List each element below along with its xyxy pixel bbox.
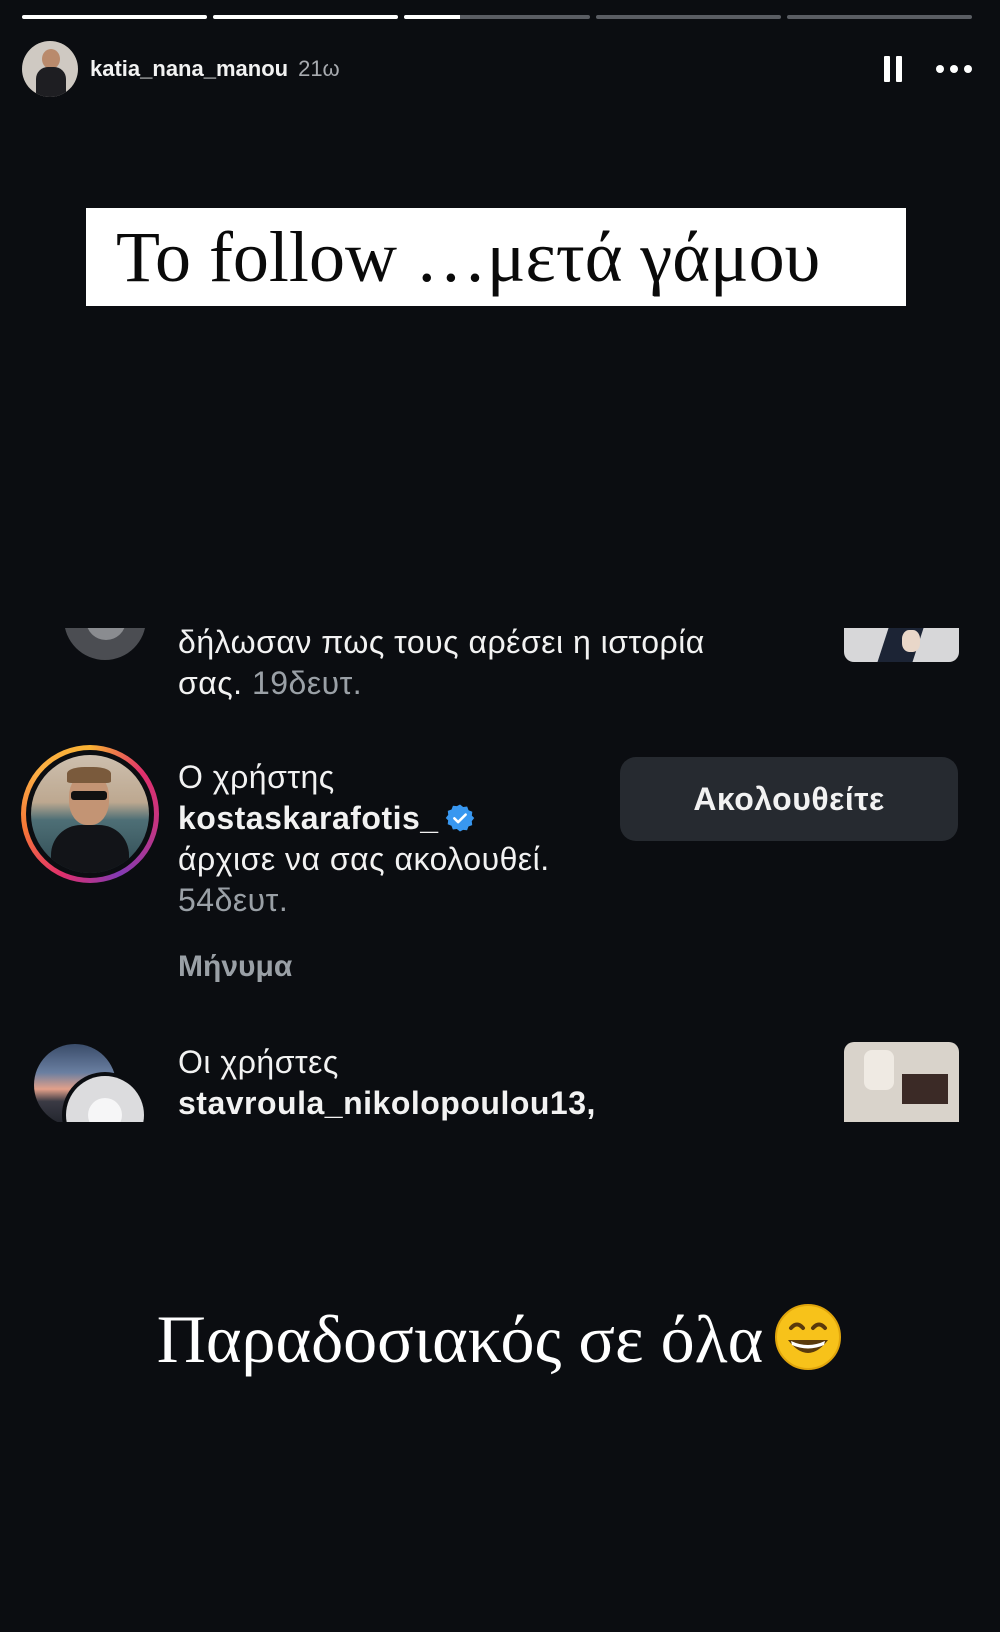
story-progress-bar (22, 15, 973, 19)
message-link[interactable]: Μήνυμα (178, 950, 292, 984)
avatar[interactable] (22, 41, 78, 97)
story-title: To follow …μετά γάμου (116, 216, 821, 297)
story-thumbnail (844, 628, 959, 662)
notification-prefix: Ο χρήστης (178, 759, 335, 795)
pause-icon[interactable] (884, 56, 902, 82)
progress-segment (22, 15, 208, 19)
story-timestamp: 21ω (298, 56, 340, 81)
progress-segment (404, 15, 590, 19)
story-caption-row: Παραδοσιακός σε όλα (0, 1300, 1000, 1379)
notification-prefix: Οι χρήστες (178, 1044, 339, 1080)
notification-row-follow: Ο χρήστης kostaskarafotis_ άρχισε να σας… (178, 757, 598, 921)
notification-text: άρχισε να σας ακολουθεί. (178, 841, 550, 877)
story-title-box: To follow …μετά γάμου (86, 208, 906, 306)
progress-segment (786, 15, 973, 19)
notification-time: 19δευτ. (251, 665, 363, 701)
grinning-face-emoji-icon (775, 1304, 842, 1370)
story-ring-avatar[interactable] (21, 745, 159, 883)
story-header: katia_nana_manou 21ω (22, 40, 972, 98)
following-button[interactable]: Ακολουθείτε (620, 757, 958, 841)
more-icon[interactable] (936, 65, 972, 73)
notification-time: 54δευτ. (178, 882, 289, 918)
avatar (64, 628, 146, 660)
progress-segment (213, 15, 399, 19)
story-caption: Παραδοσιακός σε όλα (156, 1301, 764, 1377)
story-thumbnail (844, 1042, 959, 1122)
notification-row-likes: δήλωσαν πως τους αρέσει η ιστορία σας. 1… (0, 628, 1000, 718)
story-username[interactable]: katia_nana_manou (90, 56, 288, 82)
notification-row-users: Οι χρήστες stavroula_nikolopoulou13, (0, 1030, 1000, 1122)
verified-badge-icon (445, 804, 474, 832)
notification-username[interactable]: kostaskarafotis_ (178, 800, 439, 836)
avatar (31, 755, 149, 873)
notification-username[interactable]: stavroula_nikolopoulou13, (178, 1085, 596, 1121)
progress-segment (595, 15, 781, 19)
